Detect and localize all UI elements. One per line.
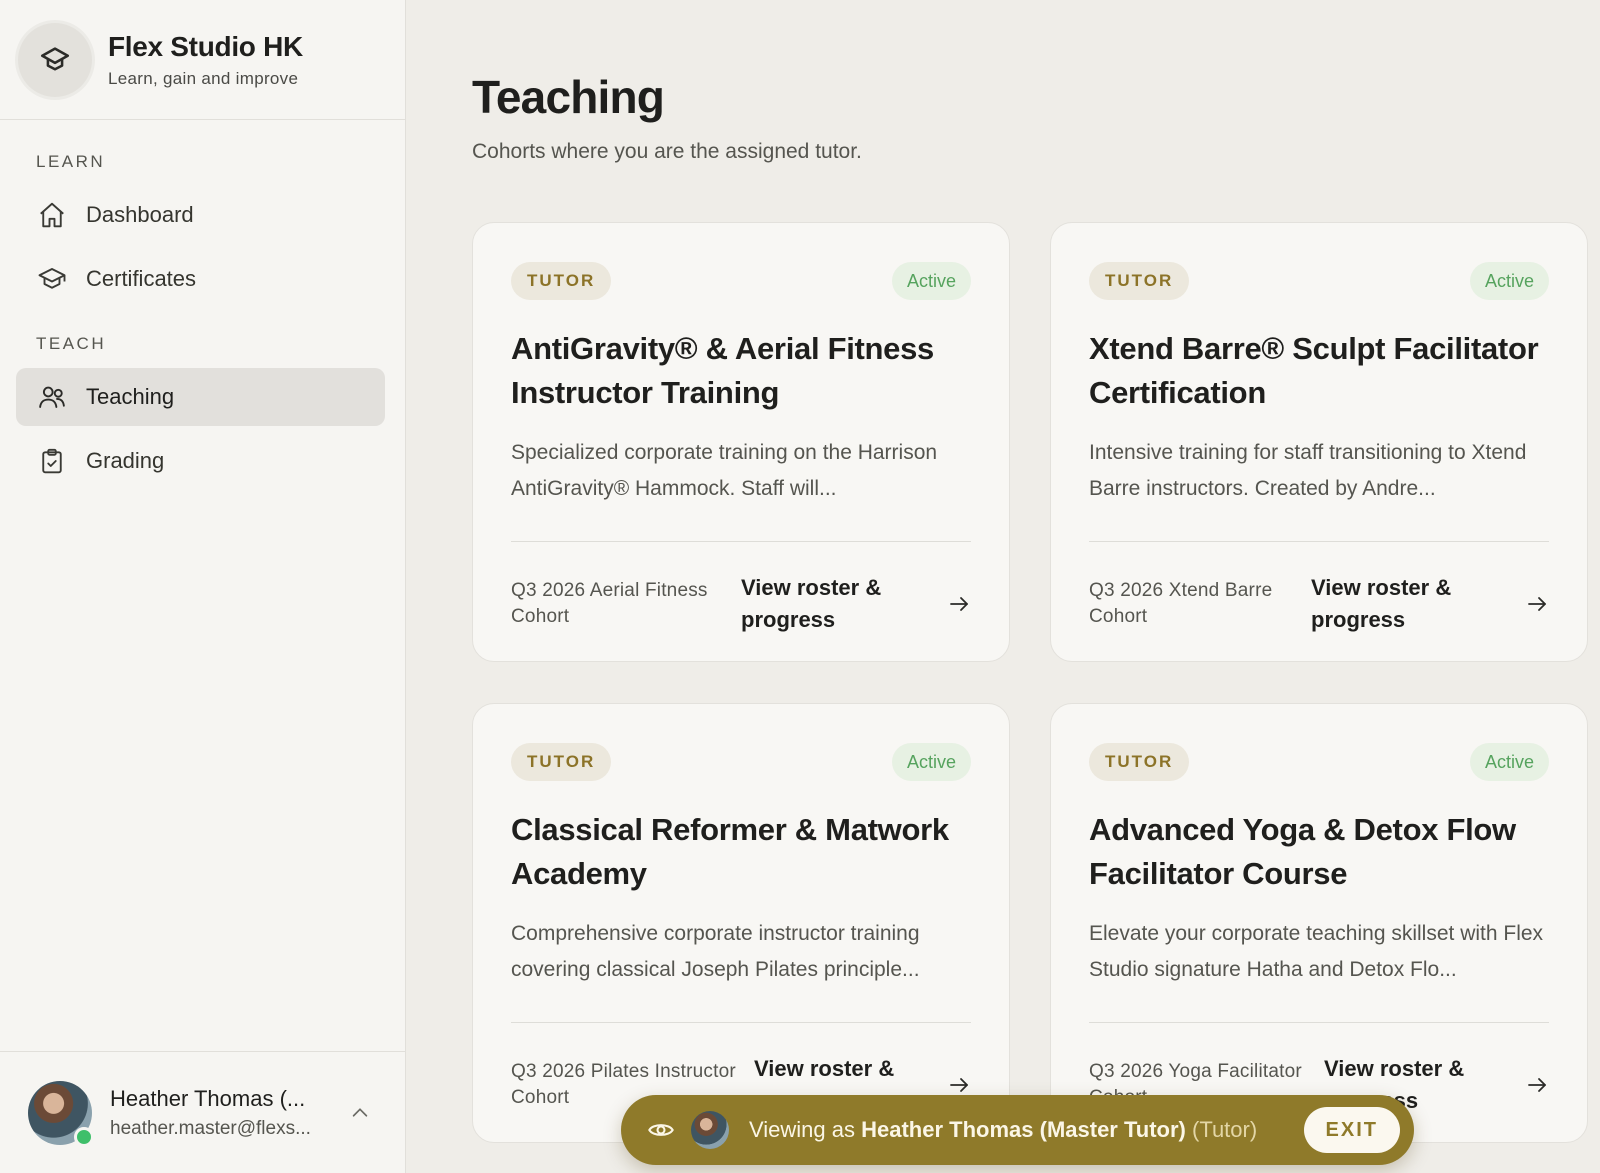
arrow-right-icon[interactable] xyxy=(1525,592,1549,616)
home-icon xyxy=(36,199,68,231)
course-description: Elevate your corporate teaching skillset… xyxy=(1089,922,1544,981)
graduation-cap-icon xyxy=(36,263,68,295)
view-roster-link[interactable]: View roster & progress xyxy=(1311,572,1525,636)
sidebar-item-label: Certificates xyxy=(86,266,197,291)
arrow-right-icon[interactable] xyxy=(947,592,971,616)
card-divider xyxy=(1089,1022,1549,1023)
avatar xyxy=(691,1111,729,1149)
status-badge: Active xyxy=(1469,262,1549,300)
sidebar-item-teaching[interactable]: Teaching xyxy=(16,368,385,426)
users-icon xyxy=(36,381,68,413)
avatar xyxy=(28,1080,94,1147)
viewing-as-role: (Tutor) xyxy=(1192,1117,1258,1142)
sidebar-item-label: Teaching xyxy=(86,384,175,409)
nav-section-teach: TEACH xyxy=(36,334,107,353)
nav-section-learn: LEARN xyxy=(36,152,106,171)
sidebar-item-label: Dashboard xyxy=(86,202,194,227)
course-card: TUTOR Active Advanced Yoga & Detox Flow … xyxy=(1050,703,1588,1143)
user-name: Heather Thomas (... xyxy=(110,1085,306,1111)
eye-icon xyxy=(647,1116,675,1144)
sidebar: Flex Studio HK Learn, gain and improve L… xyxy=(0,0,406,1173)
card-divider xyxy=(511,1022,971,1023)
impersonation-banner: Viewing as Heather Thomas (Master Tutor)… xyxy=(621,1095,1414,1165)
course-title: Xtend Barre® Sculpt Facilitator Certific… xyxy=(1089,331,1539,410)
nav-list-learn: Dashboard Certificates xyxy=(0,186,405,308)
role-badge: TUTOR xyxy=(511,262,612,300)
course-description: Intensive training for staff transitioni… xyxy=(1089,441,1527,500)
course-description: Comprehensive corporate instructor train… xyxy=(511,922,920,981)
status-badge: Active xyxy=(891,743,971,781)
page-title: Teaching xyxy=(472,71,665,123)
sidebar-item-certificates[interactable]: Certificates xyxy=(16,250,385,308)
sidebar-item-dashboard[interactable]: Dashboard xyxy=(16,186,385,244)
graduation-cap-icon xyxy=(18,22,92,97)
cohort-name: Q3 2026 Xtend Barre Cohort xyxy=(1089,580,1273,627)
arrow-right-icon[interactable] xyxy=(947,1073,971,1097)
arrow-right-icon[interactable] xyxy=(1525,1073,1549,1097)
sidebar-item-grading[interactable]: Grading xyxy=(16,432,385,490)
chevron-up-icon[interactable] xyxy=(349,1102,371,1124)
viewing-as-prefix: Viewing as xyxy=(749,1117,855,1142)
status-badge: Active xyxy=(1469,743,1549,781)
page-subtitle: Cohorts where you are the assigned tutor… xyxy=(472,140,862,163)
course-description: Specialized corporate training on the Ha… xyxy=(511,441,938,500)
user-email: heather.master@flexs... xyxy=(110,1117,311,1139)
brand-tagline: Learn, gain and improve xyxy=(108,68,299,88)
sidebar-item-label: Grading xyxy=(86,448,165,473)
role-badge: TUTOR xyxy=(1089,262,1190,300)
course-title: Classical Reformer & Matwork Academy xyxy=(511,812,949,891)
viewing-as-name: Heather Thomas (Master Tutor) xyxy=(861,1117,1186,1142)
course-card: TUTOR Active AntiGravity® & Aerial Fitne… xyxy=(472,222,1010,662)
role-badge: TUTOR xyxy=(1089,743,1190,781)
clipboard-check-icon xyxy=(36,445,68,477)
course-title: AntiGravity® & Aerial Fitness Instructor… xyxy=(511,331,934,410)
card-divider xyxy=(1089,541,1549,542)
main-content: Teaching Cohorts where you are the assig… xyxy=(407,0,1600,1173)
card-divider xyxy=(511,541,971,542)
status-badge: Active xyxy=(891,262,971,300)
exit-button[interactable]: EXIT xyxy=(1303,1107,1400,1153)
brand-name: Flex Studio HK xyxy=(108,30,303,62)
brand-header: Flex Studio HK Learn, gain and improve xyxy=(0,0,405,120)
viewing-as-text: Viewing as Heather Thomas (Master Tutor)… xyxy=(749,1117,1257,1143)
role-badge: TUTOR xyxy=(511,743,612,781)
cohort-name: Q3 2026 Aerial Fitness Cohort xyxy=(511,580,708,627)
view-roster-link[interactable]: View roster & progress xyxy=(741,572,947,636)
course-card: TUTOR Active Classical Reformer & Matwor… xyxy=(472,703,1010,1143)
course-card: TUTOR Active Xtend Barre® Sculpt Facilit… xyxy=(1050,222,1588,662)
nav-list-teach: Teaching Grading xyxy=(0,368,405,490)
user-menu[interactable]: Heather Thomas (... heather.master@flexs… xyxy=(0,1051,405,1173)
course-title: Advanced Yoga & Detox Flow Facilitator C… xyxy=(1089,812,1516,891)
online-status-dot xyxy=(74,1126,94,1147)
